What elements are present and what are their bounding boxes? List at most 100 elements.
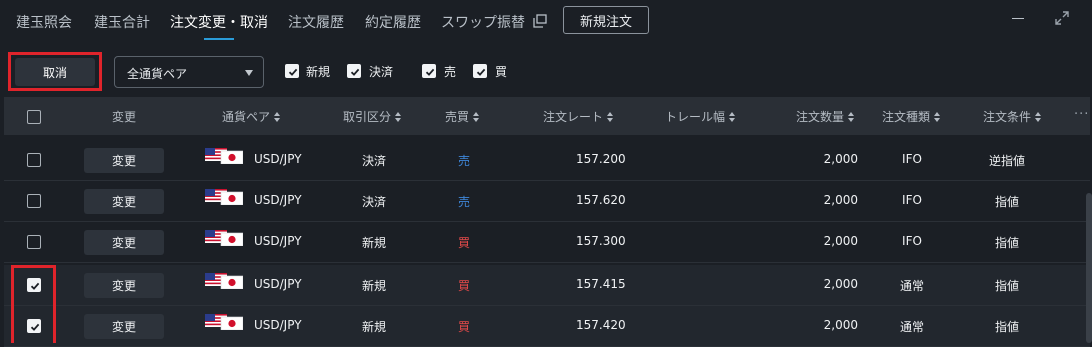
filter-new-label: 新規 xyxy=(306,65,331,79)
column-header-change: 変更 xyxy=(112,110,137,124)
cell-rate: 157.420 xyxy=(576,318,626,332)
filter-sell-label: 売 xyxy=(444,65,457,79)
filter-sell-checkbox[interactable] xyxy=(422,64,436,78)
minimize-icon[interactable] xyxy=(1012,18,1024,19)
vertical-scrollbar[interactable] xyxy=(1086,193,1092,343)
cell-condition: 指値 xyxy=(994,320,1019,334)
row-checkbox[interactable] xyxy=(27,153,41,167)
column-header-trail-label: トレール幅 xyxy=(665,110,726,124)
usd-jpy-flag-icon xyxy=(205,230,244,247)
more-options-icon[interactable]: ··· xyxy=(1074,107,1089,122)
filter-buy-label: 買 xyxy=(495,65,508,79)
cell-type: IFO xyxy=(902,152,922,166)
cell-condition: 指値 xyxy=(994,236,1019,250)
change-button[interactable]: 変更 xyxy=(84,314,164,339)
cell-type: IFO xyxy=(902,234,922,248)
sort-icon xyxy=(1035,111,1042,122)
cell-qty: 2,000 xyxy=(823,193,858,207)
cell-category: 新規 xyxy=(361,236,386,250)
change-button[interactable]: 変更 xyxy=(84,189,164,214)
cell-buysell: 売 xyxy=(458,195,471,209)
cell-rate: 157.200 xyxy=(576,152,626,166)
cell-qty: 2,000 xyxy=(823,277,858,291)
cell-type: IFO xyxy=(902,193,922,207)
row-checkbox[interactable] xyxy=(27,278,41,292)
column-header-rate-label: 注文レート xyxy=(543,110,604,124)
cell-type: 通常 xyxy=(899,279,924,293)
cell-condition: 指値 xyxy=(994,195,1019,209)
cell-condition: 逆指値 xyxy=(988,154,1025,168)
column-header-qty[interactable]: 注文数量 xyxy=(796,108,855,125)
chevron-down-icon xyxy=(245,70,253,76)
cell-pair: USD/JPY xyxy=(254,193,302,207)
cell-category: 決済 xyxy=(361,154,386,168)
filter-buy-checkbox[interactable] xyxy=(473,64,487,78)
sort-icon xyxy=(395,111,402,122)
cell-qty: 2,000 xyxy=(823,234,858,248)
cell-rate: 157.415 xyxy=(576,277,626,291)
usd-jpy-flag-icon xyxy=(205,148,244,165)
cell-pair: USD/JPY xyxy=(254,318,302,332)
tab-position-total[interactable]: 建玉合計 xyxy=(94,12,150,32)
cell-category: 決済 xyxy=(361,195,386,209)
tab-execution-history[interactable]: 約定履歴 xyxy=(365,12,421,32)
cell-qty: 2,000 xyxy=(823,318,858,332)
cell-pair: USD/JPY xyxy=(254,277,302,291)
column-header-rate[interactable]: 注文レート xyxy=(543,108,614,125)
cell-pair: USD/JPY xyxy=(254,152,302,166)
cell-category: 新規 xyxy=(361,279,386,293)
tab-order-modify-cancel[interactable]: 注文変更・取消 xyxy=(170,12,268,32)
change-button[interactable]: 変更 xyxy=(84,148,164,173)
cell-buysell: 売 xyxy=(458,154,471,168)
cell-rate: 157.620 xyxy=(576,193,626,207)
cell-buysell: 買 xyxy=(458,320,471,334)
cell-category: 新規 xyxy=(361,320,386,334)
column-header-qty-label: 注文数量 xyxy=(796,110,845,124)
cell-pair: USD/JPY xyxy=(254,234,302,248)
open-new-window-icon[interactable] xyxy=(533,14,547,28)
currency-pair-select[interactable]: 全通貨ペア xyxy=(114,56,264,88)
cell-buysell: 買 xyxy=(458,236,471,250)
expand-icon[interactable] xyxy=(1054,10,1070,26)
column-header-trail[interactable]: トレール幅 xyxy=(665,108,736,125)
cell-type: 通常 xyxy=(899,320,924,334)
tab-swap-transfer[interactable]: スワップ振替 xyxy=(441,12,525,32)
sort-icon xyxy=(473,111,480,122)
column-header-pair-label: 通貨ペア xyxy=(222,110,271,124)
column-header-type[interactable]: 注文種類 xyxy=(882,108,941,125)
sort-icon xyxy=(848,111,855,122)
tab-position-inquiry[interactable]: 建玉照会 xyxy=(16,12,72,32)
tab-order-history[interactable]: 注文履歴 xyxy=(288,12,344,32)
column-header-condition-label: 注文条件 xyxy=(983,110,1032,124)
change-button[interactable]: 変更 xyxy=(84,273,164,298)
filter-settle-checkbox[interactable] xyxy=(347,64,361,78)
cell-buysell: 買 xyxy=(458,279,471,293)
new-order-button[interactable]: 新規注文 xyxy=(563,6,649,34)
cancel-button[interactable]: 取消 xyxy=(15,58,95,86)
column-header-condition[interactable]: 注文条件 xyxy=(983,108,1042,125)
column-header-category-label: 取引区分 xyxy=(343,110,392,124)
select-all-checkbox[interactable] xyxy=(27,110,41,124)
cell-rate: 157.300 xyxy=(576,234,626,248)
sort-icon xyxy=(729,111,736,122)
active-tab-indicator xyxy=(204,38,234,40)
sort-icon xyxy=(934,111,941,122)
cell-qty: 2,000 xyxy=(823,152,858,166)
column-header-buysell[interactable]: 売買 xyxy=(445,108,480,125)
row-checkbox[interactable] xyxy=(27,319,41,333)
column-header-type-label: 注文種類 xyxy=(882,110,931,124)
row-checkbox[interactable] xyxy=(27,194,41,208)
change-button[interactable]: 変更 xyxy=(84,230,164,255)
usd-jpy-flag-icon xyxy=(205,189,244,206)
column-header-buysell-label: 売買 xyxy=(445,110,470,124)
sort-icon xyxy=(274,111,281,122)
filter-new-checkbox[interactable] xyxy=(285,64,299,78)
usd-jpy-flag-icon xyxy=(205,273,244,290)
column-header-category[interactable]: 取引区分 xyxy=(343,108,402,125)
column-header-pair[interactable]: 通貨ペア xyxy=(222,108,281,125)
usd-jpy-flag-icon xyxy=(205,314,244,331)
filter-settle-label: 決済 xyxy=(369,65,394,79)
cell-condition: 指値 xyxy=(994,279,1019,293)
row-checkbox[interactable] xyxy=(27,235,41,249)
sort-icon xyxy=(607,111,614,122)
